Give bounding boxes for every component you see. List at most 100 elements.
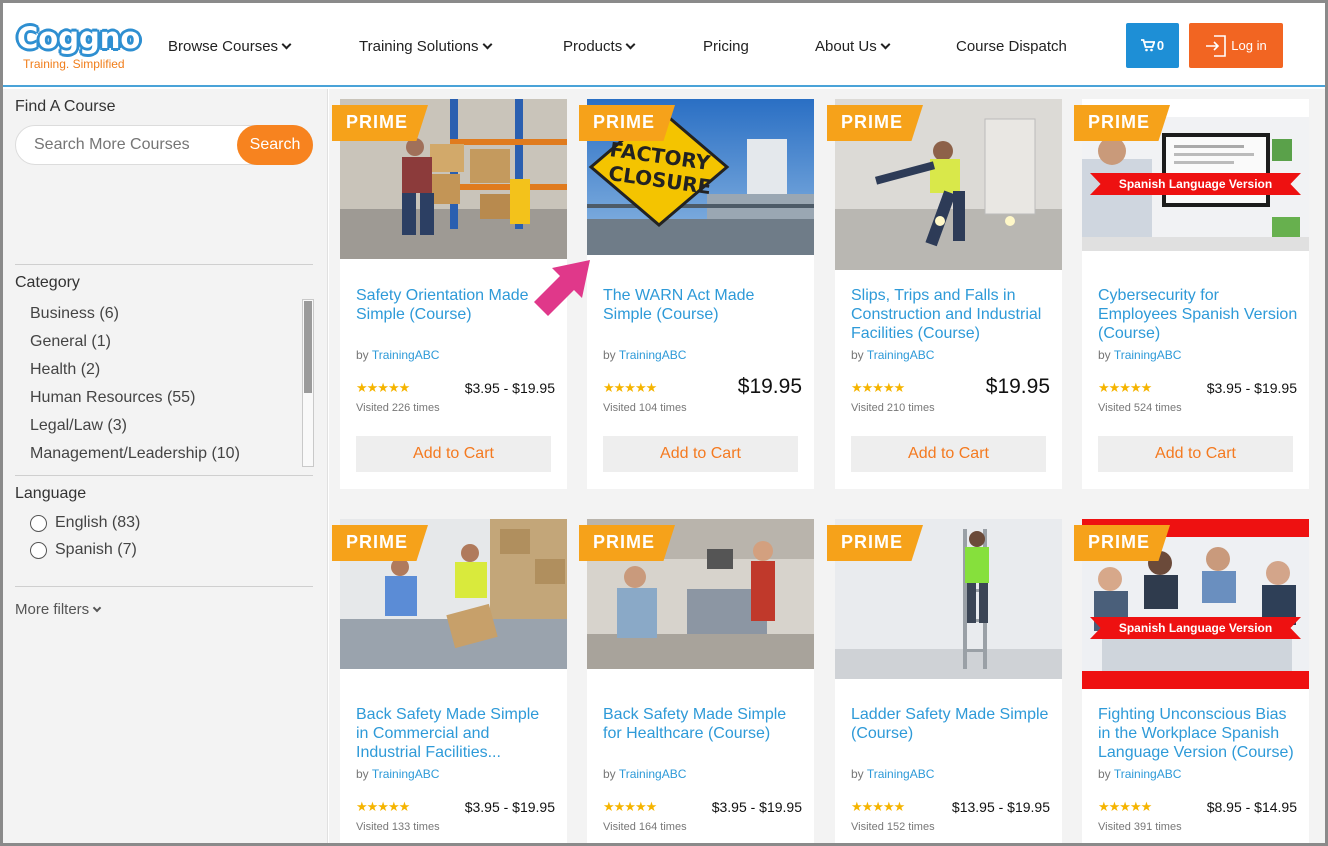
by-label: by [356,348,369,362]
course-price: $19.95 [737,375,802,398]
course-title[interactable]: Cybersecurity for Employees Spanish Vers… [1098,286,1298,343]
course-title[interactable]: Fighting Unconscious Bias in the Workpla… [1098,705,1298,762]
scrollbar-thumb[interactable] [304,301,312,393]
visit-count: Visited 210 times [851,402,935,414]
login-icon [1206,34,1227,57]
chevron-down-icon [92,603,102,613]
spanish-version-banner: Spanish Language Version [1090,617,1301,639]
nav-course-dispatch[interactable]: Course Dispatch [956,38,1067,55]
logo-tagline: Training. Simplified [23,57,125,71]
search-input[interactable] [34,136,234,154]
radio-button[interactable] [30,514,47,532]
category-item[interactable]: Legal/Law (3) [30,415,240,443]
course-card: PRIME Slips, Trips and Falls in Construc… [827,99,1062,489]
course-title[interactable]: Back Safety Made Simple for Healthcare (… [603,705,803,743]
chevron-down-icon [880,39,891,50]
course-author: by TrainingABC [851,767,934,781]
course-title[interactable]: Back Safety Made Simple in Commercial an… [356,705,556,762]
category-list: Business (6) General (1) Health (2) Huma… [30,303,240,471]
course-title[interactable]: Slips, Trips and Falls in Construction a… [851,286,1051,343]
prime-badge: PRIME [827,105,923,141]
radio-button[interactable] [30,541,47,559]
visit-count: Visited 391 times [1098,821,1182,833]
author-link[interactable]: TrainingABC [619,767,687,781]
category-item[interactable]: Management/Leadership (10) [30,443,240,471]
category-item[interactable]: General (1) [30,331,240,359]
author-link[interactable]: TrainingABC [867,767,935,781]
nav-label: Training Solutions [359,38,479,55]
by-label: by [603,348,616,362]
nav-about-us[interactable]: About Us [815,38,891,55]
category-item[interactable]: Business (6) [30,303,240,331]
add-to-cart-button[interactable]: Add to Cart [1098,436,1293,472]
more-filters-toggle[interactable]: More filters [15,601,102,618]
course-price: $3.95 - $19.95 [464,799,555,815]
star-rating: ★★★★★ [356,799,410,814]
chevron-down-icon [281,39,292,50]
course-title[interactable]: The WARN Act Made Simple (Course) [603,286,803,324]
nav-pricing[interactable]: Pricing [703,38,749,55]
course-title[interactable]: Ladder Safety Made Simple (Course) [851,705,1051,743]
by-label: by [356,767,369,781]
course-author: by TrainingABC [603,348,686,362]
filter-sidebar: Find A Course Search Category Business (… [3,89,328,843]
author-link[interactable]: TrainingABC [1114,767,1182,781]
course-price: $3.95 - $19.95 [464,380,555,396]
language-english[interactable]: English (83) [30,514,140,532]
star-rating: ★★★★★ [1098,380,1152,395]
prime-badge: PRIME [579,105,675,141]
nav-products[interactable]: Products [563,38,636,55]
course-title[interactable]: Safety Orientation Made Simple (Course) [356,286,556,324]
coggno-logo[interactable]: Coggno Training. Simplified [17,21,141,77]
category-item[interactable]: Human Resources (55) [30,387,240,415]
spanish-version-banner: Spanish Language Version [1090,173,1301,195]
star-rating: ★★★★★ [603,799,657,814]
chevron-down-icon [625,39,636,50]
course-price: $3.95 - $19.95 [1206,380,1297,396]
site-header: Coggno Training. Simplified Browse Cours… [3,3,1325,87]
author-link[interactable]: TrainingABC [867,348,935,362]
nav-training-solutions[interactable]: Training Solutions [359,38,492,55]
cart-count: 0 [1156,38,1165,53]
course-author: by TrainingABC [1098,348,1181,362]
star-rating: ★★★★★ [1098,799,1152,814]
visit-count: Visited 104 times [603,402,687,414]
course-author: by TrainingABC [603,767,686,781]
course-author: by TrainingABC [851,348,934,362]
language-label: Spanish (7) [55,541,137,558]
author-link[interactable]: TrainingABC [1114,348,1182,362]
login-label: Log in [1231,38,1267,53]
by-label: by [851,767,864,781]
category-item[interactable]: Health (2) [30,359,240,387]
add-to-cart-button[interactable]: Add to Cart [356,436,551,472]
author-link[interactable]: TrainingABC [619,348,687,362]
prime-badge: PRIME [332,525,428,561]
nav-label: Products [563,38,623,55]
category-scrollbar[interactable] [302,299,314,467]
nav-browse-courses[interactable]: Browse Courses [168,38,292,55]
search-button[interactable]: Search [237,125,313,165]
login-button[interactable]: Log in [1189,23,1283,68]
visit-count: Visited 164 times [603,821,687,833]
add-to-cart-button[interactable]: Add to Cart [851,436,1046,472]
nav-label: About Us [815,38,877,55]
course-price: $19.95 [985,375,1050,398]
course-card: Spanish Language Version PRIME Fighting … [1074,519,1309,846]
course-card: FACTORY CLOSURE PRIME The WARN Act Made … [579,99,814,489]
language-spanish[interactable]: Spanish (7) [30,541,137,559]
course-card: PRIME Back Safety Made Simple for Health… [579,519,814,846]
by-label: by [1098,348,1111,362]
logo-wordmark: Coggno [17,21,141,55]
course-search: Search [15,125,313,165]
star-rating: ★★★★★ [851,380,905,395]
nav-label: Pricing [703,38,749,55]
author-link[interactable]: TrainingABC [372,348,440,362]
author-link[interactable]: TrainingABC [372,767,440,781]
more-filters-label: More filters [15,601,90,618]
visit-count: Visited 524 times [1098,402,1182,414]
divider [15,475,313,476]
add-to-cart-button[interactable]: Add to Cart [603,436,798,472]
by-label: by [603,767,616,781]
cart-button[interactable]: 0 [1126,23,1179,68]
course-price: $8.95 - $14.95 [1206,799,1297,815]
